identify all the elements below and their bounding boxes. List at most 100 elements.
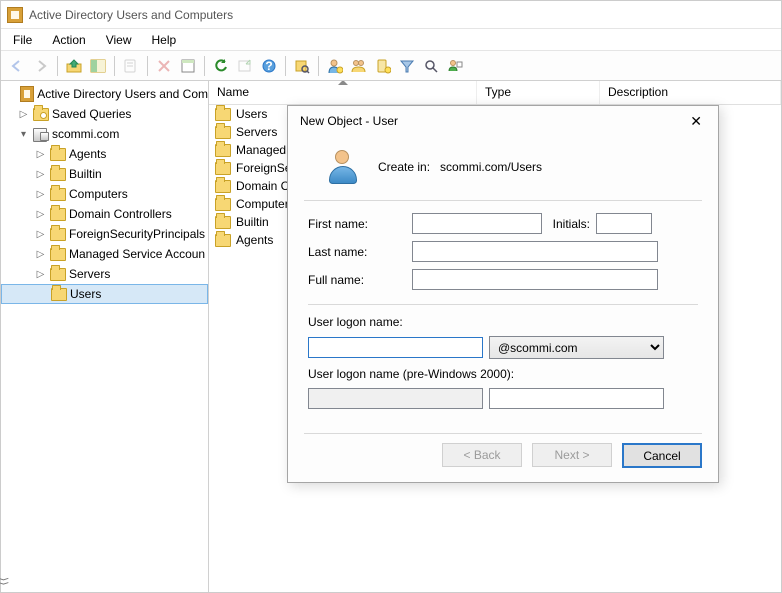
create-in-label: Create in: <box>378 160 430 174</box>
user-icon <box>326 150 360 184</box>
folder-icon <box>50 248 66 261</box>
menu-help[interactable]: Help <box>144 30 185 50</box>
tree-pane[interactable]: Active Directory Users and Com ▷ Saved Q… <box>1 81 209 592</box>
splitter-handle[interactable]: ⟩⟩ <box>1 577 10 586</box>
filter-icon[interactable] <box>395 54 419 78</box>
column-header-name[interactable]: Name <box>209 81 477 104</box>
column-label: Name <box>217 85 249 99</box>
logon-domain-select[interactable]: @scommi.com <box>489 336 664 359</box>
tree-item-label: Builtin <box>69 167 102 181</box>
tree-domain[interactable]: ▾ scommi.com <box>1 124 208 144</box>
dialog-title-bar: New Object - User ✕ <box>288 106 718 136</box>
tree-node-foreign-security[interactable]: ▷ForeignSecurityPrincipals <box>1 224 208 244</box>
close-button[interactable]: ✕ <box>682 109 710 134</box>
tree-node-users[interactable]: ▷Users <box>1 284 208 304</box>
first-name-input[interactable] <box>412 213 542 234</box>
logon-pre2000-label: User logon name (pre-Windows 2000): <box>308 367 514 381</box>
app-icon <box>7 7 23 23</box>
svg-text:?: ? <box>265 59 272 73</box>
new-group-icon[interactable] <box>347 54 371 78</box>
find-objects-icon[interactable] <box>419 54 443 78</box>
folder-icon <box>215 162 231 175</box>
column-header-type[interactable]: Type <box>477 81 600 104</box>
folder-icon <box>50 188 66 201</box>
folder-icon <box>50 168 66 181</box>
next-button[interactable]: Next > <box>532 443 612 467</box>
back-icon[interactable] <box>5 54 29 78</box>
tree-item-label: Managed Service Accoun <box>69 247 205 261</box>
list-item-name: Agents <box>236 233 273 247</box>
folder-icon <box>215 234 231 247</box>
list-item-name: Builtin <box>236 215 269 229</box>
tree-item-label: Computers <box>69 187 128 201</box>
last-name-input[interactable] <box>412 241 658 262</box>
up-level-icon[interactable] <box>62 54 86 78</box>
folder-icon <box>50 228 66 241</box>
tree-root[interactable]: Active Directory Users and Com <box>1 84 208 104</box>
tree-saved-queries[interactable]: ▷ Saved Queries <box>1 104 208 124</box>
folder-icon <box>215 108 231 121</box>
tree-node-agents[interactable]: ▷Agents <box>1 144 208 164</box>
properties-icon[interactable] <box>176 54 200 78</box>
cancel-button[interactable]: Cancel <box>622 443 702 468</box>
tree-node-managed-service[interactable]: ▷Managed Service Accoun <box>1 244 208 264</box>
folder-icon <box>215 144 231 157</box>
folder-icon <box>51 288 67 301</box>
menu-action[interactable]: Action <box>44 30 93 50</box>
new-user-icon[interactable] <box>323 54 347 78</box>
list-item-name: Servers <box>236 125 277 139</box>
find-icon[interactable] <box>290 54 314 78</box>
forward-icon[interactable] <box>29 54 53 78</box>
help-icon[interactable]: ? <box>257 54 281 78</box>
window-title: Active Directory Users and Computers <box>29 8 233 22</box>
logon-pre2000-user-input[interactable] <box>489 388 664 409</box>
tree-root-label: Active Directory Users and Com <box>37 87 208 101</box>
dialog-title: New Object - User <box>300 114 398 128</box>
list-item-name: Users <box>236 107 267 121</box>
tree-node-domain-controllers[interactable]: ▷Domain Controllers <box>1 204 208 224</box>
tree-item-label: scommi.com <box>52 127 119 141</box>
back-button[interactable]: < Back <box>442 443 522 467</box>
folder-icon <box>215 126 231 139</box>
menu-bar: File Action View Help <box>1 29 781 51</box>
list-item-name: Computers <box>236 197 295 211</box>
tree-item-label: Servers <box>69 267 110 281</box>
show-hide-tree-icon[interactable] <box>86 54 110 78</box>
add-to-group-icon[interactable] <box>443 54 467 78</box>
first-name-label: First name: <box>308 217 412 231</box>
logon-name-label: User logon name: <box>308 315 403 329</box>
tree-node-builtin[interactable]: ▷Builtin <box>1 164 208 184</box>
tree-item-label: Saved Queries <box>52 107 131 121</box>
tree-item-label: ForeignSecurityPrincipals <box>69 227 205 241</box>
toolbar: ? <box>1 51 781 81</box>
tree-item-label: Users <box>70 287 101 301</box>
last-name-label: Last name: <box>308 245 412 259</box>
initials-input[interactable] <box>596 213 652 234</box>
column-header-description[interactable]: Description <box>600 81 781 104</box>
title-bar: Active Directory Users and Computers <box>1 1 781 29</box>
folder-icon <box>50 208 66 221</box>
menu-file[interactable]: File <box>5 30 40 50</box>
list-header: Name Type Description <box>209 81 781 105</box>
refresh-icon[interactable] <box>209 54 233 78</box>
tree-item-label: Agents <box>69 147 106 161</box>
delete-icon[interactable] <box>152 54 176 78</box>
initials-label: Initials: <box>542 217 596 231</box>
create-in-path: scommi.com/Users <box>440 160 542 174</box>
new-ou-icon[interactable] <box>371 54 395 78</box>
folder-icon <box>215 180 231 193</box>
logon-name-input[interactable] <box>308 337 483 358</box>
folder-icon <box>215 198 231 211</box>
tree-node-computers[interactable]: ▷Computers <box>1 184 208 204</box>
logon-pre2000-domain-input <box>308 388 483 409</box>
domain-icon <box>33 128 49 141</box>
full-name-input[interactable] <box>412 269 658 290</box>
export-list-icon[interactable] <box>233 54 257 78</box>
folder-icon <box>215 216 231 229</box>
sort-ascending-icon <box>338 81 348 85</box>
tree-node-servers[interactable]: ▷Servers <box>1 264 208 284</box>
cut-icon[interactable] <box>119 54 143 78</box>
menu-view[interactable]: View <box>98 30 140 50</box>
folder-icon <box>50 268 66 281</box>
tree-item-label: Domain Controllers <box>69 207 172 221</box>
